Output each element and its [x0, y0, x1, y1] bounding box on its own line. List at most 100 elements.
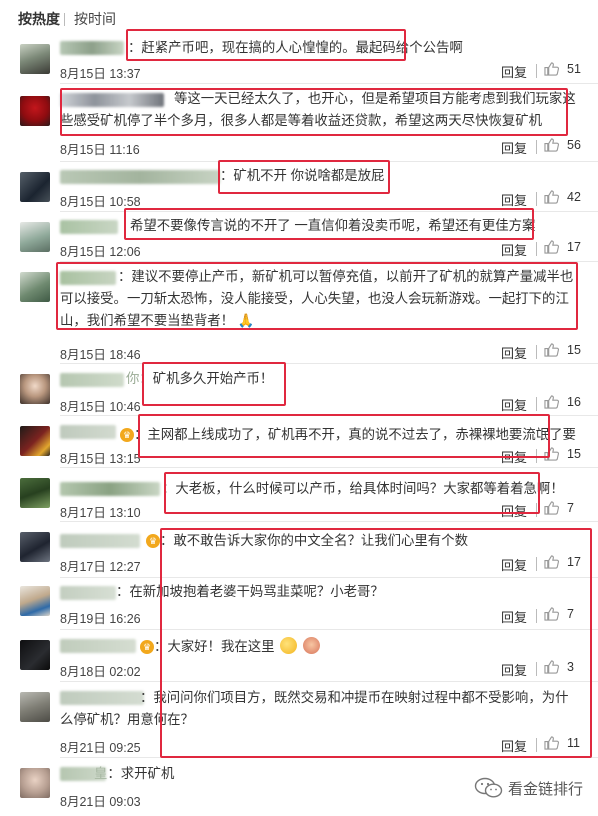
- comment-date: 8月15日 10:58: [60, 195, 141, 209]
- like-button[interactable]: 15: [544, 343, 581, 357]
- avatar[interactable]: [20, 374, 50, 404]
- name-colon: ：: [134, 427, 148, 442]
- pray-emoji-icon: [302, 637, 320, 654]
- avatar[interactable]: [20, 768, 50, 798]
- sort-by-time-tab[interactable]: 按时间: [74, 11, 116, 27]
- avatar[interactable]: [20, 478, 50, 508]
- avatar[interactable]: [20, 222, 50, 252]
- action-divider: [536, 738, 537, 752]
- comment-item: ：赶紧产币吧，现在搞的人心惶惶的。最起码给个公告啊 8月15日 13:37 回复…: [0, 34, 598, 84]
- comment-text: 赶紧产币吧，现在搞的人心惶惶的。最起码给个公告啊: [141, 40, 463, 55]
- comment-text: 希望不要像传言说的不开了 一直信仰着没卖币呢，希望还有更佳方案: [130, 218, 536, 233]
- like-button[interactable]: 17: [544, 555, 581, 569]
- comment-date: 8月21日 09:25: [60, 741, 141, 755]
- like-count: 56: [567, 138, 581, 152]
- like-button[interactable]: 3: [544, 660, 574, 674]
- comment-text: 矿机不开 你说啥都是放屁: [233, 168, 385, 183]
- name-colon: ：: [160, 533, 174, 548]
- like-button[interactable]: 51: [544, 62, 581, 76]
- action-divider: [536, 397, 537, 411]
- comment-item: 你：矿机多久开始产币！ 8月15日 10:46 回复 16: [0, 364, 598, 416]
- crown-badge-icon: ♛: [140, 640, 154, 654]
- reply-button[interactable]: 回复: [501, 501, 527, 520]
- avatar[interactable]: [20, 640, 50, 670]
- like-button[interactable]: 16: [544, 395, 581, 409]
- thumb-up-icon: [544, 501, 559, 515]
- thumb-up-icon: [544, 240, 559, 254]
- avatar[interactable]: [20, 172, 50, 202]
- like-count: 3: [567, 660, 574, 674]
- comment-text: 大家好！我在这里: [167, 639, 275, 654]
- comment-body: ♛ ：主网都上线成功了，矿机再不开，真的说不过去了，赤裸裸地要流氓了要: [120, 424, 580, 446]
- avatar[interactable]: [20, 692, 50, 722]
- reply-button[interactable]: 回复: [501, 138, 527, 157]
- like-count: 16: [567, 395, 581, 409]
- name-colon: ：: [154, 639, 168, 654]
- comment-body: ：建议不要停止产币，新矿机可以暂停充值，以前开了矿机的就算产量减半也可以接受。一…: [60, 266, 580, 332]
- comment-item: ：在新加坡抱着老婆干妈骂韭菜呢？小老哥？ 8月19日 16:26 回复 7: [0, 578, 598, 630]
- action-divider: [536, 557, 537, 571]
- action-divider: [536, 662, 537, 676]
- comment-date: 8月15日 13:37: [60, 67, 141, 81]
- reply-button[interactable]: 回复: [501, 736, 527, 755]
- username-blurred[interactable]: [60, 170, 220, 184]
- reply-button[interactable]: 回复: [501, 395, 527, 414]
- reply-button[interactable]: 回复: [501, 240, 527, 259]
- like-button[interactable]: 15: [544, 447, 581, 461]
- comment-item: ♛ ：大家好！我在这里 8月18日 02:02 回复 3: [0, 630, 598, 682]
- nick-suffix: 你: [126, 371, 140, 386]
- comment-body: 希望不要像传言说的不开了 一直信仰着没卖币呢，希望还有更佳方案: [130, 215, 580, 237]
- action-divider: [536, 192, 537, 206]
- name-colon: ：: [118, 269, 132, 284]
- avatar[interactable]: [20, 532, 50, 562]
- like-count: 15: [567, 447, 581, 461]
- username-blurred[interactable]: [60, 639, 136, 653]
- avatar[interactable]: [20, 44, 50, 74]
- comment-text: 建议不要停止产币，新矿机可以暂停充值，以前开了矿机的就算产量减半也可以接受。一刀…: [60, 269, 574, 328]
- like-button[interactable]: 7: [544, 607, 574, 621]
- comment-body: ：赶紧产币吧，现在搞的人心惶惶的。最起码给个公告啊: [128, 37, 580, 59]
- thumb-up-icon: [544, 190, 559, 204]
- comment-text: 我问问你们项目方，既然交易和冲提币在映射过程中都不受影响，为什么停矿机？用意何在…: [60, 690, 569, 727]
- comment-body: ：大老板，什么时候可以产币，给具体时间吗？大家都等着着急啊！: [162, 478, 580, 500]
- comment-body: 你：矿机多久开始产币！: [126, 368, 580, 390]
- like-button[interactable]: 17: [544, 240, 581, 254]
- sort-by-hot-tab[interactable]: 按热度: [18, 11, 60, 27]
- avatar[interactable]: [20, 96, 50, 126]
- like-button[interactable]: 11: [544, 736, 580, 750]
- nick-suffix: 皇: [94, 766, 108, 781]
- like-button[interactable]: 7: [544, 501, 574, 515]
- comment-body: ：我问问你们项目方，既然交易和冲提币在映射过程中都不受影响，为什么停矿机？用意何…: [60, 687, 574, 731]
- action-divider: [536, 609, 537, 623]
- comment-text: 求开矿机: [120, 766, 175, 781]
- avatar[interactable]: [20, 272, 50, 302]
- comment-item: ♛ ：主网都上线成功了，矿机再不开，真的说不过去了，赤裸裸地要流氓了要 8月15日…: [0, 416, 598, 468]
- reply-button[interactable]: 回复: [501, 343, 527, 362]
- reply-button[interactable]: 回复: [501, 447, 527, 466]
- like-count: 15: [567, 343, 581, 357]
- reply-button[interactable]: 回复: [501, 607, 527, 626]
- reply-button[interactable]: 回复: [501, 660, 527, 679]
- comment-item: ♛ ：敢不敢告诉大家你的中文全名？让我们心里有个数 8月17日 12:27 回复 …: [0, 522, 598, 578]
- comment-text: 大老板，什么时候可以产币，给具体时间吗？大家都等着着急啊！: [175, 481, 564, 496]
- crown-badge-icon: ♛: [120, 428, 134, 442]
- avatar[interactable]: [20, 426, 50, 456]
- username-blurred[interactable]: [60, 482, 160, 496]
- reply-button[interactable]: 回复: [501, 190, 527, 209]
- username-blurred[interactable]: [60, 220, 118, 234]
- comment-body: 等这一天已经太久了，也开心，但是希望项目方能考虑到我们玩家这些感受矿机停了半个多…: [60, 88, 580, 132]
- username-blurred[interactable]: [60, 41, 124, 55]
- like-button[interactable]: 56: [544, 138, 581, 152]
- like-count: 51: [567, 62, 581, 76]
- username-blurred[interactable]: [60, 586, 116, 600]
- username-blurred[interactable]: [60, 425, 116, 439]
- thumb-up-icon: [544, 138, 559, 152]
- thumb-up-icon: [544, 607, 559, 621]
- username-blurred[interactable]: [60, 373, 124, 387]
- like-button[interactable]: 42: [544, 190, 581, 204]
- reply-button[interactable]: 回复: [501, 555, 527, 574]
- username-blurred[interactable]: [60, 534, 140, 548]
- reply-button[interactable]: 回复: [501, 62, 527, 81]
- comment-item: ：矿机不开 你说啥都是放屁 8月15日 10:58 回复 42: [0, 162, 598, 212]
- avatar[interactable]: [20, 586, 50, 616]
